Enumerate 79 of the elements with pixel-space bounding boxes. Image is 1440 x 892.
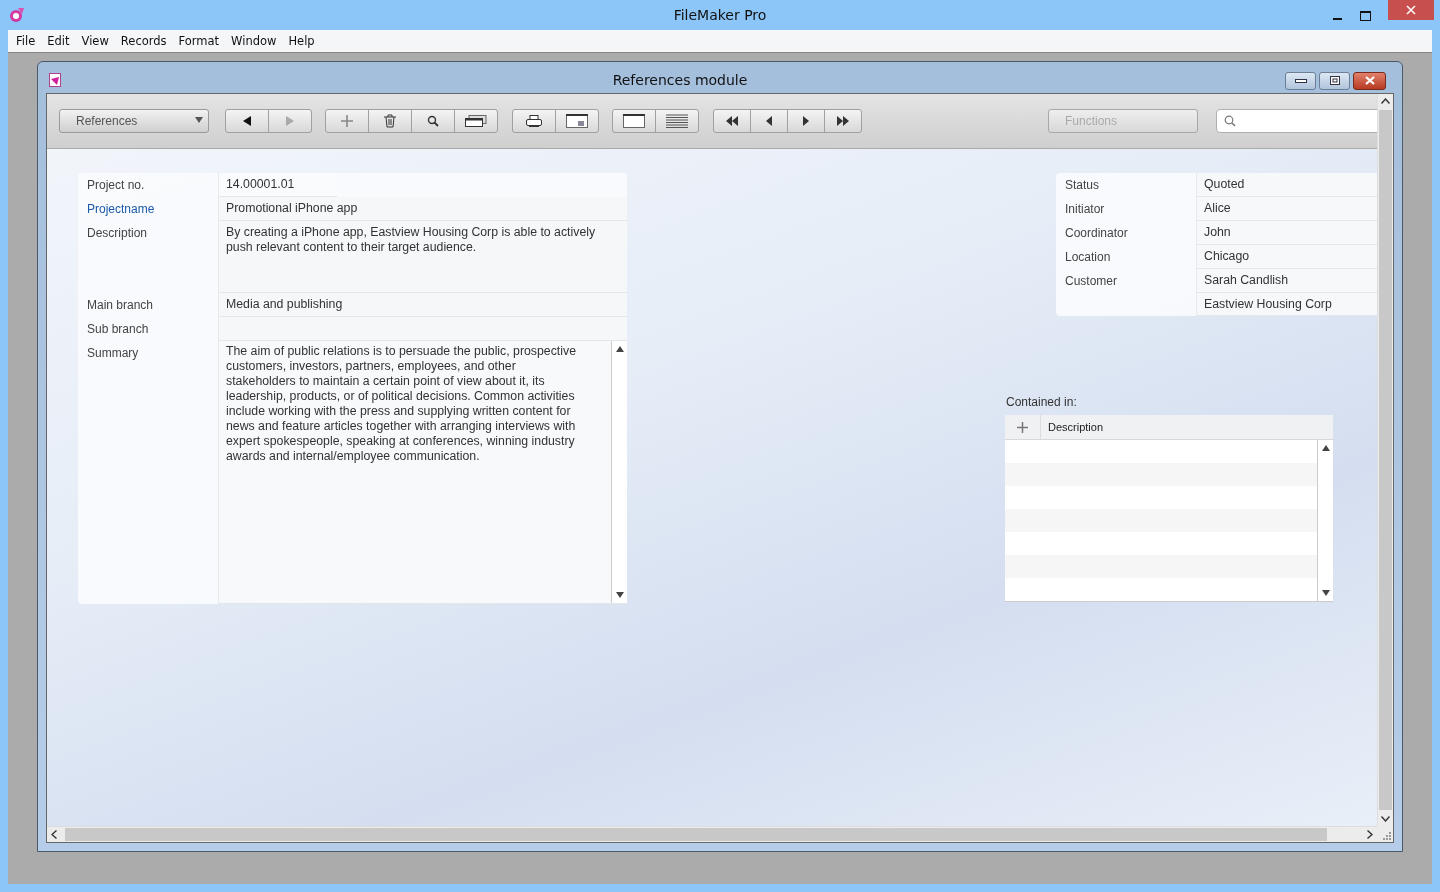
field-label: Coordinator	[1065, 226, 1128, 240]
menu-item[interactable]: View	[75, 34, 115, 48]
field-label: Sub branch	[87, 322, 149, 336]
scroll-down-icon[interactable]	[615, 592, 624, 598]
field-label: Status	[1065, 178, 1100, 192]
cards-icon	[465, 115, 487, 127]
close-icon	[1363, 76, 1376, 85]
search-icon	[1224, 115, 1236, 127]
minimize-button[interactable]	[1285, 71, 1316, 90]
scrollbar-thumb[interactable]	[1379, 110, 1392, 810]
field-label: Summary	[87, 346, 139, 360]
document-icon	[49, 72, 61, 87]
search-field[interactable]	[1216, 109, 1377, 133]
column-header: Description	[1047, 420, 1105, 435]
scroll-up-icon[interactable]	[1321, 445, 1330, 451]
scroll-right-icon[interactable]	[1367, 830, 1373, 839]
window-title: References module	[611, 71, 749, 88]
plus-icon	[1017, 421, 1028, 433]
app-icon	[9, 7, 25, 23]
scroll-down-icon[interactable]	[1381, 816, 1390, 822]
scrollbar-thumb[interactable]	[65, 828, 1327, 841]
menu-item[interactable]: Format	[172, 34, 226, 48]
field-value[interactable]: By creating a iPhone app, Eastview Housing Corp is able to actively push relevant content to their target audience.	[219, 221, 627, 293]
window-title: FileMaker Pro	[672, 7, 768, 23]
right-triangle-icon	[286, 116, 294, 126]
field-label: Description	[87, 226, 148, 240]
field-label: Customer	[1065, 274, 1117, 288]
double-right-icon	[837, 116, 849, 126]
field-value[interactable]	[219, 317, 627, 341]
field-label: Projectname	[87, 202, 155, 216]
last-record-button[interactable]	[824, 109, 862, 133]
list-view-button[interactable]	[655, 109, 699, 133]
close-button[interactable]	[1353, 71, 1386, 90]
cards-button[interactable]	[454, 109, 498, 133]
list-view-icon	[666, 114, 688, 128]
window-icon	[566, 114, 588, 128]
double-left-icon	[726, 116, 738, 126]
trash-icon	[384, 114, 396, 128]
field-value[interactable]: Media and publishing	[219, 293, 627, 317]
summary-text: The aim of public relations is to persuade the public, prospective customers, investors, partners, employees, and other stakeholders to maintain a certain point of view about it, its leadership, products, or of political decisions. Common activities include working with the press and supplying written content for news and feature articles together with arranging interviews with expert spokespeople, speaking at conferences, winning industry awards and internal/employee communication.	[226, 344, 576, 463]
first-record-button[interactable]	[713, 109, 751, 133]
scroll-left-icon[interactable]	[51, 830, 57, 839]
close-icon	[1406, 5, 1416, 15]
layout-dropdown[interactable]: References	[59, 109, 209, 133]
restore-icon	[1329, 76, 1340, 85]
left-triangle-icon	[766, 116, 772, 126]
search-icon	[427, 115, 439, 127]
right-triangle-icon	[803, 116, 809, 126]
resize-grip-icon[interactable]	[1383, 832, 1391, 840]
field-label: Project no.	[87, 178, 145, 192]
menu-item[interactable]: Window	[225, 34, 283, 48]
caret-icon	[195, 117, 203, 123]
scroll-up-icon[interactable]	[615, 346, 624, 352]
maximize-icon[interactable]	[1360, 11, 1371, 21]
menu-item[interactable]: File	[10, 34, 42, 48]
field-value[interactable]: Promotional iPhone app	[219, 197, 627, 221]
form-view-button[interactable]	[612, 109, 656, 133]
previous-record-button[interactable]	[750, 109, 788, 133]
print-button[interactable]	[512, 109, 556, 133]
scroll-down-icon[interactable]	[1321, 590, 1330, 596]
plus-icon	[341, 115, 353, 127]
next-record-button[interactable]	[787, 109, 825, 133]
find-button[interactable]	[411, 109, 455, 133]
left-triangle-icon	[243, 116, 251, 126]
minimize-icon	[1294, 77, 1307, 84]
scroll-up-icon[interactable]	[1381, 98, 1390, 104]
form-view-icon	[623, 114, 645, 128]
field-label: Main branch	[87, 298, 154, 312]
portal-label: Contained in:	[1006, 395, 1078, 409]
preview-button[interactable]	[555, 109, 599, 133]
field-label: Initiator	[1065, 202, 1105, 216]
menu-item[interactable]: Help	[282, 34, 321, 48]
field-label: Location	[1065, 250, 1111, 264]
menu-item[interactable]: Records	[114, 34, 173, 48]
printer-icon	[526, 114, 542, 128]
menu-item[interactable]: Edit	[41, 34, 76, 48]
delete-button[interactable]	[368, 109, 412, 133]
restore-button[interactable]	[1319, 71, 1350, 90]
previous-layout-button[interactable]	[225, 109, 269, 133]
